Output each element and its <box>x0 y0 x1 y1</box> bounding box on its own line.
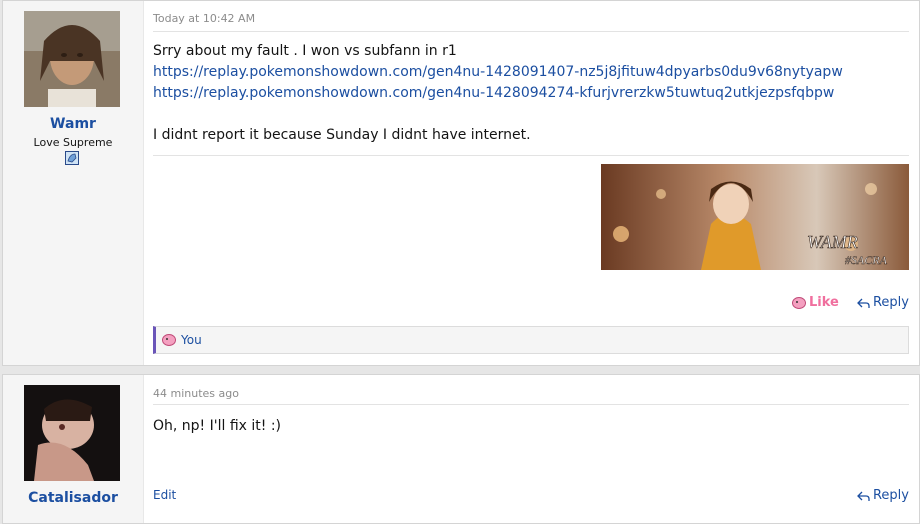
message-body: Srry about my fault . I won vs subfann i… <box>153 41 909 146</box>
likes-user-link[interactable]: You <box>181 333 202 347</box>
message-content: 44 minutes ago Oh, np! I'll fix it! :) E… <box>153 375 909 523</box>
like-icon <box>791 296 806 309</box>
post-timestamp[interactable]: Today at 10:42 AM <box>153 12 255 25</box>
post-timestamp[interactable]: 44 minutes ago <box>153 387 239 400</box>
message-post: Wamr Love Supreme Today at 10:42 AM Srry… <box>2 0 920 366</box>
divider <box>153 31 909 32</box>
message-line: Srry about my fault . I won vs subfann i… <box>153 43 457 59</box>
message-body: Oh, np! I'll fix it! :) <box>153 416 909 437</box>
message-user-info: Catalisador <box>3 375 144 523</box>
reply-label: Reply <box>872 295 909 310</box>
message-content: Today at 10:42 AM Srry about my fault . … <box>153 1 909 365</box>
signature-text: WAMR <box>807 232 858 252</box>
user-title: Love Supreme <box>33 136 113 149</box>
reply-label: Reply <box>872 488 909 503</box>
message-post: Catalisador 44 minutes ago Oh, np! I'll … <box>2 374 920 524</box>
message-line: I didnt report it because Sunday I didnt… <box>153 127 531 143</box>
likes-summary: You <box>153 326 909 354</box>
username[interactable]: Catalisador <box>3 490 143 506</box>
signature-banner: WAMR #SACRA <box>601 164 909 270</box>
reply-button[interactable]: Reply <box>857 488 909 503</box>
avatar-image <box>24 11 120 107</box>
like-button[interactable]: Like <box>791 295 839 310</box>
like-label: Like <box>808 295 839 310</box>
message-user-info: Wamr Love Supreme <box>3 1 144 365</box>
edit-button[interactable]: Edit <box>153 488 176 502</box>
post-actions: Reply <box>843 488 909 506</box>
divider <box>153 404 909 405</box>
replay-link[interactable]: https://replay.pokemonshowdown.com/gen4n… <box>153 64 843 80</box>
avatar[interactable] <box>24 11 120 107</box>
avatar-image <box>24 385 120 481</box>
post-actions: Like Reply <box>778 295 909 313</box>
like-icon <box>162 334 176 346</box>
avatar[interactable] <box>24 385 120 481</box>
signature-divider <box>153 155 909 156</box>
reply-icon <box>857 298 870 308</box>
signature-subtext: #SACRA <box>845 253 888 267</box>
message-line: Oh, np! I'll fix it! :) <box>153 418 281 434</box>
pokemon-badge-icon <box>65 150 79 165</box>
username[interactable]: Wamr <box>3 116 143 132</box>
reply-icon <box>857 491 870 501</box>
replay-link[interactable]: https://replay.pokemonshowdown.com/gen4n… <box>153 85 834 101</box>
reply-button[interactable]: Reply <box>857 295 909 310</box>
message-line <box>153 104 909 125</box>
